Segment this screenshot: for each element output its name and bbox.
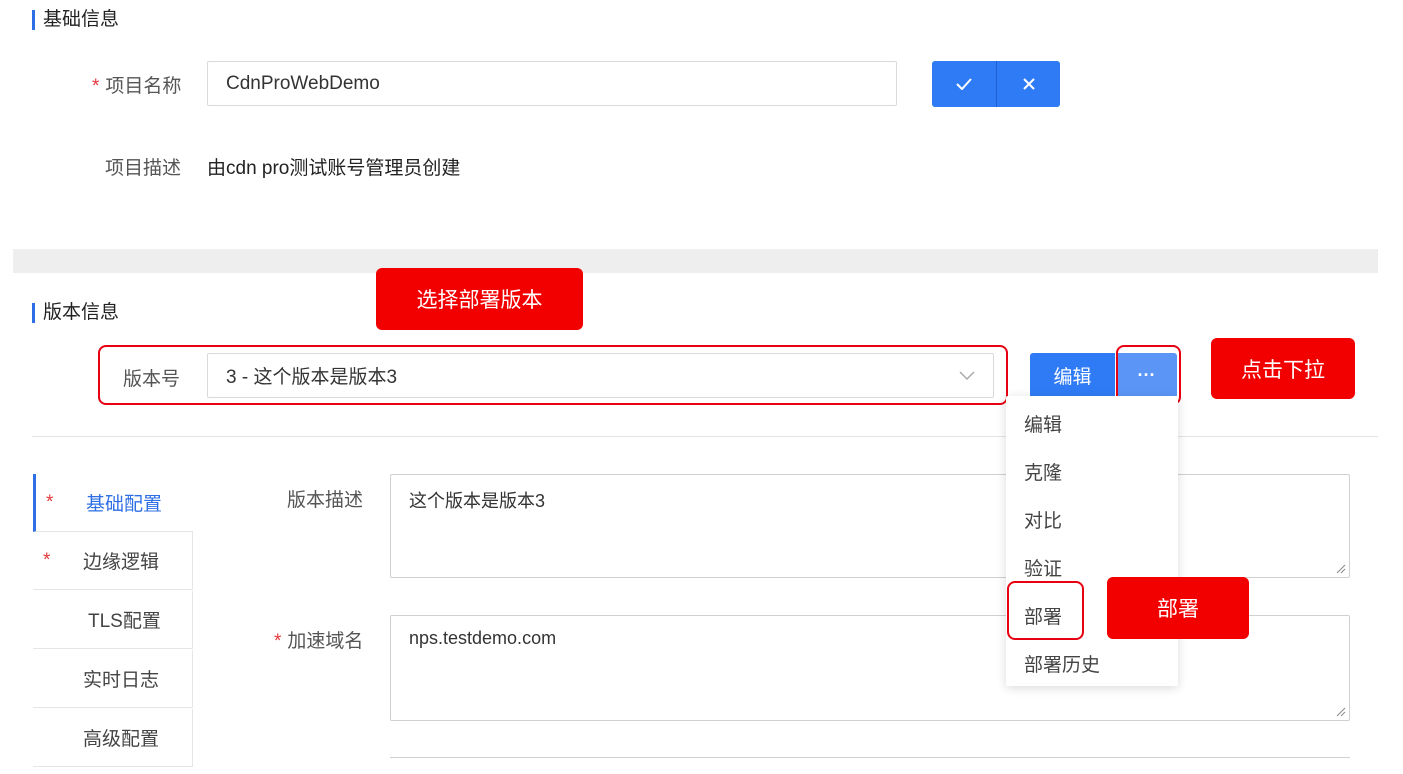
annotation-deploy: 部署 — [1107, 577, 1249, 639]
version-desc-label: 版本描述 — [287, 490, 364, 511]
project-desc-label: 项目描述 — [105, 158, 182, 179]
tab-tls-config[interactable]: TLS配置 — [33, 591, 193, 649]
annotation-select-version: 选择部署版本 — [376, 268, 583, 330]
annotation-click-dropdown: 点击下拉 — [1211, 338, 1355, 399]
button-separator — [996, 61, 997, 107]
next-field-edge — [390, 757, 1350, 774]
version-desc-textarea[interactable]: 这个版本是版本3 — [390, 474, 1350, 578]
project-desc-value: 由cdn pro测试账号管理员创建 — [207, 158, 461, 179]
highlight-version-select — [98, 345, 1008, 405]
menu-item-verify[interactable]: 验证 — [1024, 554, 1062, 581]
domain-label: * 加速域名 — [274, 631, 364, 652]
resize-grip-icon[interactable] — [1334, 705, 1346, 717]
version-edit-button[interactable]: 编辑 — [1030, 353, 1115, 398]
highlight-deploy-item — [1007, 581, 1084, 640]
tab-edge-logic[interactable]: * 边缘逻辑 — [33, 532, 193, 590]
required-star: * — [274, 631, 282, 652]
project-name-input[interactable]: CdnProWebDemo — [207, 61, 897, 106]
menu-item-clone[interactable]: 克隆 — [1024, 458, 1062, 485]
tab-realtime-log[interactable]: 实时日志 — [33, 650, 193, 708]
cancel-button[interactable] — [997, 61, 1060, 107]
more-dropdown-menu: 编辑 克隆 对比 验证 部署 部署历史 — [1006, 396, 1178, 686]
menu-item-compare[interactable]: 对比 — [1024, 506, 1062, 533]
project-name-label: * 项目名称 — [92, 76, 182, 97]
close-icon — [1022, 78, 1035, 90]
menu-item-edit[interactable]: 编辑 — [1024, 410, 1062, 437]
resize-grip-icon[interactable] — [1334, 562, 1346, 574]
confirm-button[interactable] — [932, 61, 996, 107]
check-icon — [956, 78, 972, 90]
menu-item-deploy-history[interactable]: 部署历史 — [1024, 650, 1100, 677]
required-star: * — [92, 76, 100, 97]
version-info-title: 版本信息 — [32, 303, 119, 323]
basic-info-title: 基础信息 — [32, 10, 119, 30]
section-separator — [13, 249, 1378, 273]
tab-basic-config[interactable]: * 基础配置 — [33, 474, 193, 532]
tab-advanced-config[interactable]: 高级配置 — [33, 709, 193, 767]
